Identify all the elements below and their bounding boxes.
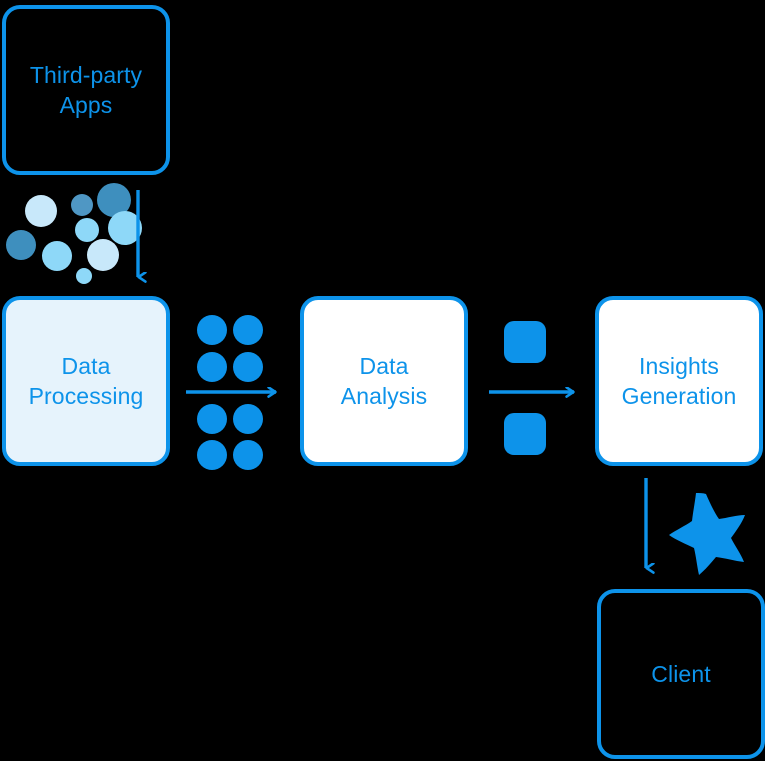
grid-dot <box>233 404 263 434</box>
data-bubble <box>25 195 57 227</box>
data-bubble <box>87 239 119 271</box>
node-label-insights-generation: Insights Generation <box>621 352 737 409</box>
node-label-data-analysis: Data Analysis <box>340 352 428 409</box>
data-bubble <box>42 241 72 271</box>
node-label-data-processing: Data Processing <box>28 352 144 409</box>
grid-dot <box>233 352 263 382</box>
node-label-client: Client <box>651 660 711 687</box>
data-bubble <box>108 211 142 245</box>
data-block-square <box>504 321 546 363</box>
data-bubble <box>75 218 99 242</box>
node-data-analysis[interactable]: Data Analysis <box>300 296 468 466</box>
grid-dot <box>197 404 227 434</box>
grid-dot <box>233 315 263 345</box>
data-block-square <box>504 413 546 455</box>
flow-diagram-canvas: Third-party Apps Data Processing Data An… <box>0 0 765 761</box>
grid-dot <box>233 440 263 470</box>
data-bubble <box>6 230 36 260</box>
grid-dot <box>197 440 227 470</box>
node-client[interactable]: Client <box>597 589 765 759</box>
insight-star-icon <box>669 493 745 575</box>
data-bubble <box>71 194 93 216</box>
node-label-third-party-apps: Third-party Apps <box>29 61 143 118</box>
node-insights-generation[interactable]: Insights Generation <box>595 296 763 466</box>
grid-dot <box>197 352 227 382</box>
grid-dot <box>197 315 227 345</box>
node-data-processing[interactable]: Data Processing <box>2 296 170 466</box>
node-third-party-apps[interactable]: Third-party Apps <box>2 5 170 175</box>
data-bubble <box>76 268 92 284</box>
